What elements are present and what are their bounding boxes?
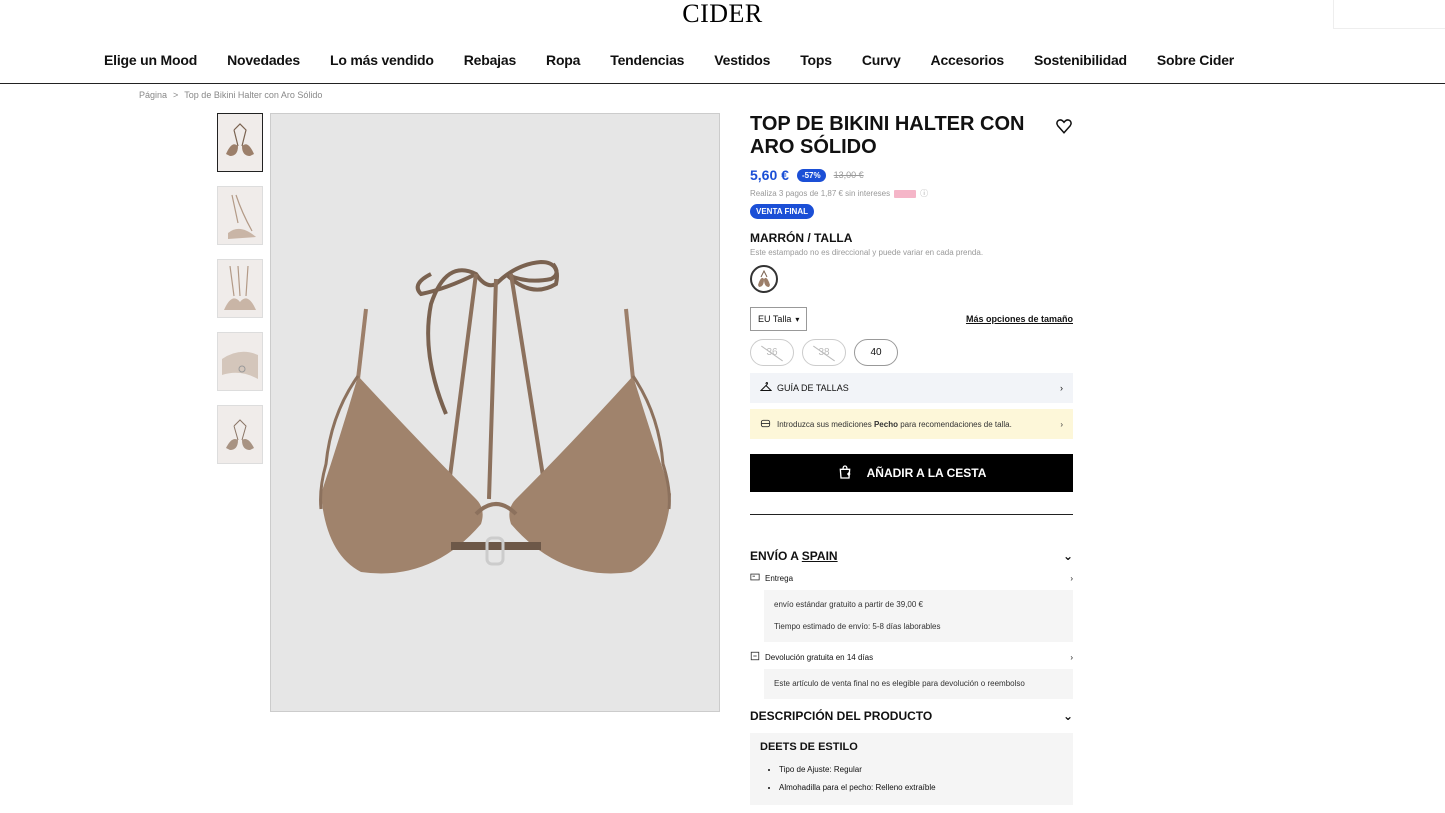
description-header[interactable]: DESCRIPCIÓN DEL PRODUCTO ⌄ bbox=[750, 709, 1073, 723]
returns-note: Este artículo de venta final no es elegi… bbox=[774, 679, 1025, 688]
price-row: 5,60 € -57% 13,00 € bbox=[750, 167, 1073, 183]
nav-item-ropa[interactable]: Ropa bbox=[546, 52, 580, 68]
product-info: TOP DE BIKINI HALTER CON ARO SÓLIDO 5,60… bbox=[750, 113, 1073, 805]
size-option-40[interactable]: 40 bbox=[854, 339, 898, 366]
style-details: DEETS DE ESTILO Tipo de Ajuste: Regular … bbox=[750, 733, 1073, 805]
chevron-down-icon: ⌄ bbox=[1062, 709, 1073, 723]
installments-text: Realiza 3 pagos de 1,87 € sin intereses bbox=[750, 189, 891, 198]
nav-item-mas-vendido[interactable]: Lo más vendido bbox=[330, 52, 434, 68]
product-main-image[interactable] bbox=[270, 113, 720, 712]
thumbnail-list bbox=[217, 113, 263, 478]
thumbnail-3-image bbox=[224, 265, 256, 310]
nav-item-novedades[interactable]: Novedades bbox=[227, 52, 300, 68]
more-sizes-link[interactable]: Más opciones de tamaño bbox=[966, 314, 1073, 324]
thumbnail-1-image bbox=[226, 122, 254, 156]
measurement-prompt[interactable]: Introduzca sus mediciones Pecho para rec… bbox=[750, 409, 1073, 439]
nav-item-sobre-cider[interactable]: Sobre Cider bbox=[1157, 52, 1234, 68]
return-icon bbox=[750, 651, 760, 663]
returns-row[interactable]: Devolución gratuita en 14 días › bbox=[750, 651, 1073, 663]
current-price: 5,60 € bbox=[750, 167, 789, 183]
breadcrumb-separator: > bbox=[173, 90, 179, 100]
description-heading: DESCRIPCIÓN DEL PRODUCTO bbox=[750, 709, 933, 723]
returns-label: Devolución gratuita en 14 días bbox=[765, 652, 874, 662]
bag-icon bbox=[837, 464, 853, 483]
nav-item-tendencias[interactable]: Tendencias bbox=[610, 52, 684, 68]
style-heading: DEETS DE ESTILO bbox=[760, 741, 858, 753]
chevron-right-icon: › bbox=[1060, 383, 1063, 393]
size-guide-label: GUÍA DE TALLAS bbox=[777, 383, 849, 393]
returns-details: Este artículo de venta final no es elegi… bbox=[764, 669, 1073, 699]
truck-icon bbox=[750, 572, 760, 584]
breadcrumb: Página > Top de Bikini Halter con Aro Só… bbox=[139, 90, 322, 100]
thumbnail-2[interactable] bbox=[217, 186, 263, 245]
size-system-select[interactable]: EU Talla ▾ bbox=[750, 307, 808, 331]
final-sale-badge: VENTA FINAL bbox=[750, 204, 814, 219]
nav-item-mood[interactable]: Elige un Mood bbox=[104, 52, 197, 68]
thumbnail-1[interactable] bbox=[217, 113, 263, 172]
nav-item-vestidos[interactable]: Vestidos bbox=[714, 52, 770, 68]
installments-row: Realiza 3 pagos de 1,87 € sin intereses … bbox=[750, 188, 1073, 199]
nav-item-tops[interactable]: Tops bbox=[800, 52, 832, 68]
style-bullet: Tipo de Ajuste: Regular bbox=[768, 761, 1063, 779]
chevron-right-icon: › bbox=[1060, 419, 1063, 429]
tape-icon bbox=[760, 418, 771, 431]
thumbnail-2-image bbox=[228, 194, 256, 239]
size-guide-row[interactable]: GUÍA DE TALLAS › bbox=[750, 373, 1073, 403]
add-to-cart-label: AÑADIR A LA CESTA bbox=[866, 466, 987, 480]
bikini-top-illustration bbox=[319, 259, 671, 574]
discount-badge: -57% bbox=[796, 168, 826, 182]
swatch-image bbox=[758, 269, 770, 287]
size-option-36[interactable]: 36 bbox=[750, 339, 794, 366]
divider bbox=[750, 514, 1073, 515]
nav-item-curvy[interactable]: Curvy bbox=[862, 52, 901, 68]
delivery-row[interactable]: Entrega › bbox=[750, 572, 1073, 584]
brand-logo[interactable]: CIDER bbox=[0, 0, 1445, 28]
chevron-down-icon: ⌄ bbox=[1062, 549, 1073, 563]
nav-item-accesorios[interactable]: Accesorios bbox=[931, 52, 1005, 68]
chevron-right-icon: › bbox=[1070, 652, 1073, 662]
size-option-38[interactable]: 38 bbox=[802, 339, 846, 366]
breadcrumb-current: Top de Bikini Halter con Aro Sólido bbox=[184, 90, 323, 100]
nav-item-rebajas[interactable]: Rebajas bbox=[464, 52, 516, 68]
hanger-icon bbox=[759, 381, 773, 395]
variant-label: MARRÓN / TALLA bbox=[750, 231, 853, 245]
thumbnail-4-image bbox=[222, 351, 258, 379]
thumbnail-5-image bbox=[226, 418, 254, 450]
measurement-text: Introduzca sus mediciones Pecho para rec… bbox=[777, 419, 1012, 429]
thumbnail-5[interactable] bbox=[217, 405, 263, 464]
delivery-label: Entrega bbox=[765, 573, 794, 583]
variant-note: Este estampado no es direccional y puede… bbox=[750, 248, 984, 257]
color-swatch-brown[interactable] bbox=[750, 265, 778, 293]
shipping-country[interactable]: SPAIN bbox=[802, 549, 838, 563]
nav-item-sostenibilidad[interactable]: Sostenibilidad bbox=[1034, 52, 1127, 68]
style-bullet: Almohadilla para el pecho: Relleno extra… bbox=[768, 779, 1063, 797]
breadcrumb-home[interactable]: Página bbox=[139, 90, 167, 100]
shipping-heading: ENVÍO A bbox=[750, 549, 799, 563]
size-options: 36 38 40 bbox=[750, 339, 1073, 366]
delivery-details: envío estándar gratuito a partir de 39,0… bbox=[764, 590, 1073, 642]
heart-icon[interactable] bbox=[1055, 117, 1073, 135]
klarna-logo bbox=[894, 189, 917, 198]
size-row: EU Talla ▾ Más opciones de tamaño bbox=[750, 307, 1073, 331]
chevron-down-icon: ▾ bbox=[795, 314, 800, 324]
main-nav: Elige un Mood Novedades Lo más vendido R… bbox=[0, 44, 1445, 84]
thumbnail-4[interactable] bbox=[217, 332, 263, 391]
thumbnail-3[interactable] bbox=[217, 259, 263, 318]
size-system-label: EU Talla bbox=[758, 314, 792, 324]
original-price: 13,00 € bbox=[833, 170, 864, 180]
info-icon[interactable]: ⓘ bbox=[920, 188, 928, 199]
shipping-header[interactable]: ENVÍO A SPAIN ⌄ bbox=[750, 549, 1073, 563]
product-title: TOP DE BIKINI HALTER CON ARO SÓLIDO bbox=[750, 113, 1025, 158]
style-bullets: Tipo de Ajuste: Regular Almohadilla para… bbox=[760, 761, 1063, 797]
chevron-right-icon: › bbox=[1070, 573, 1073, 583]
add-to-cart-button[interactable]: AÑADIR A LA CESTA bbox=[750, 454, 1073, 492]
delivery-line-2: Tiempo estimado de envío: 5-8 días labor… bbox=[774, 622, 941, 631]
delivery-line-1: envío estándar gratuito a partir de 39,0… bbox=[774, 600, 923, 609]
header-utility-box bbox=[1333, 0, 1445, 29]
